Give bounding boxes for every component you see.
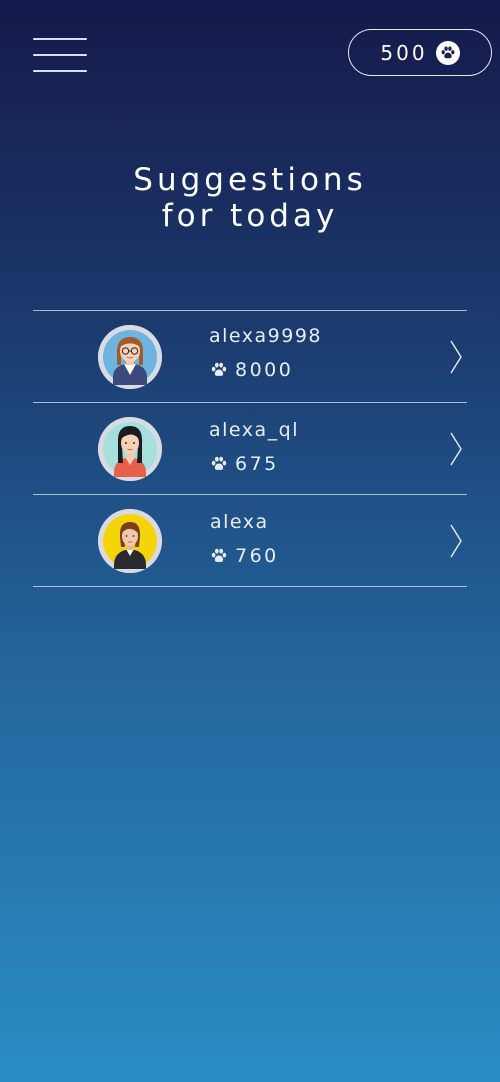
score-value: 675	[235, 453, 279, 475]
coin-balance-button[interactable]: 500	[348, 29, 492, 76]
suggestion-row[interactable]: alexa 760	[33, 495, 467, 586]
woman-glasses-avatar-icon	[98, 325, 162, 389]
paw-icon	[211, 456, 227, 470]
menu-bar	[33, 54, 87, 56]
chevron-right-icon[interactable]	[449, 339, 463, 375]
menu-bar	[33, 70, 87, 72]
score: 675	[209, 453, 279, 475]
suggestion-row[interactable]: alexa9998 8000	[33, 311, 467, 402]
woman-black-hair-avatar-icon	[98, 417, 162, 481]
score-value: 760	[235, 545, 279, 567]
page-title: for today	[161, 198, 339, 234]
hamburger-menu-icon[interactable]	[33, 37, 87, 73]
woman-yellow-bg-avatar-icon	[98, 509, 162, 573]
score-value: 8000	[235, 359, 294, 381]
score: 8000	[209, 359, 293, 381]
username: alexa_ql	[209, 419, 300, 441]
page-title: Suggestions	[133, 162, 367, 198]
menu-bar	[33, 38, 87, 40]
chevron-right-icon[interactable]	[449, 431, 463, 467]
paw-icon	[211, 362, 227, 376]
username: alexa9998	[209, 325, 323, 347]
suggestion-row[interactable]: alexa_ql 675	[33, 403, 467, 494]
paw-icon	[211, 548, 227, 562]
chevron-right-icon[interactable]	[449, 523, 463, 559]
username: alexa	[210, 511, 269, 533]
coin-count: 500	[380, 40, 428, 65]
divider	[33, 586, 467, 587]
score: 760	[209, 545, 279, 567]
suggestions-list: alexa9998 8000 alexa_ql 675 alexa 760	[33, 310, 467, 587]
paw-icon	[435, 40, 460, 65]
